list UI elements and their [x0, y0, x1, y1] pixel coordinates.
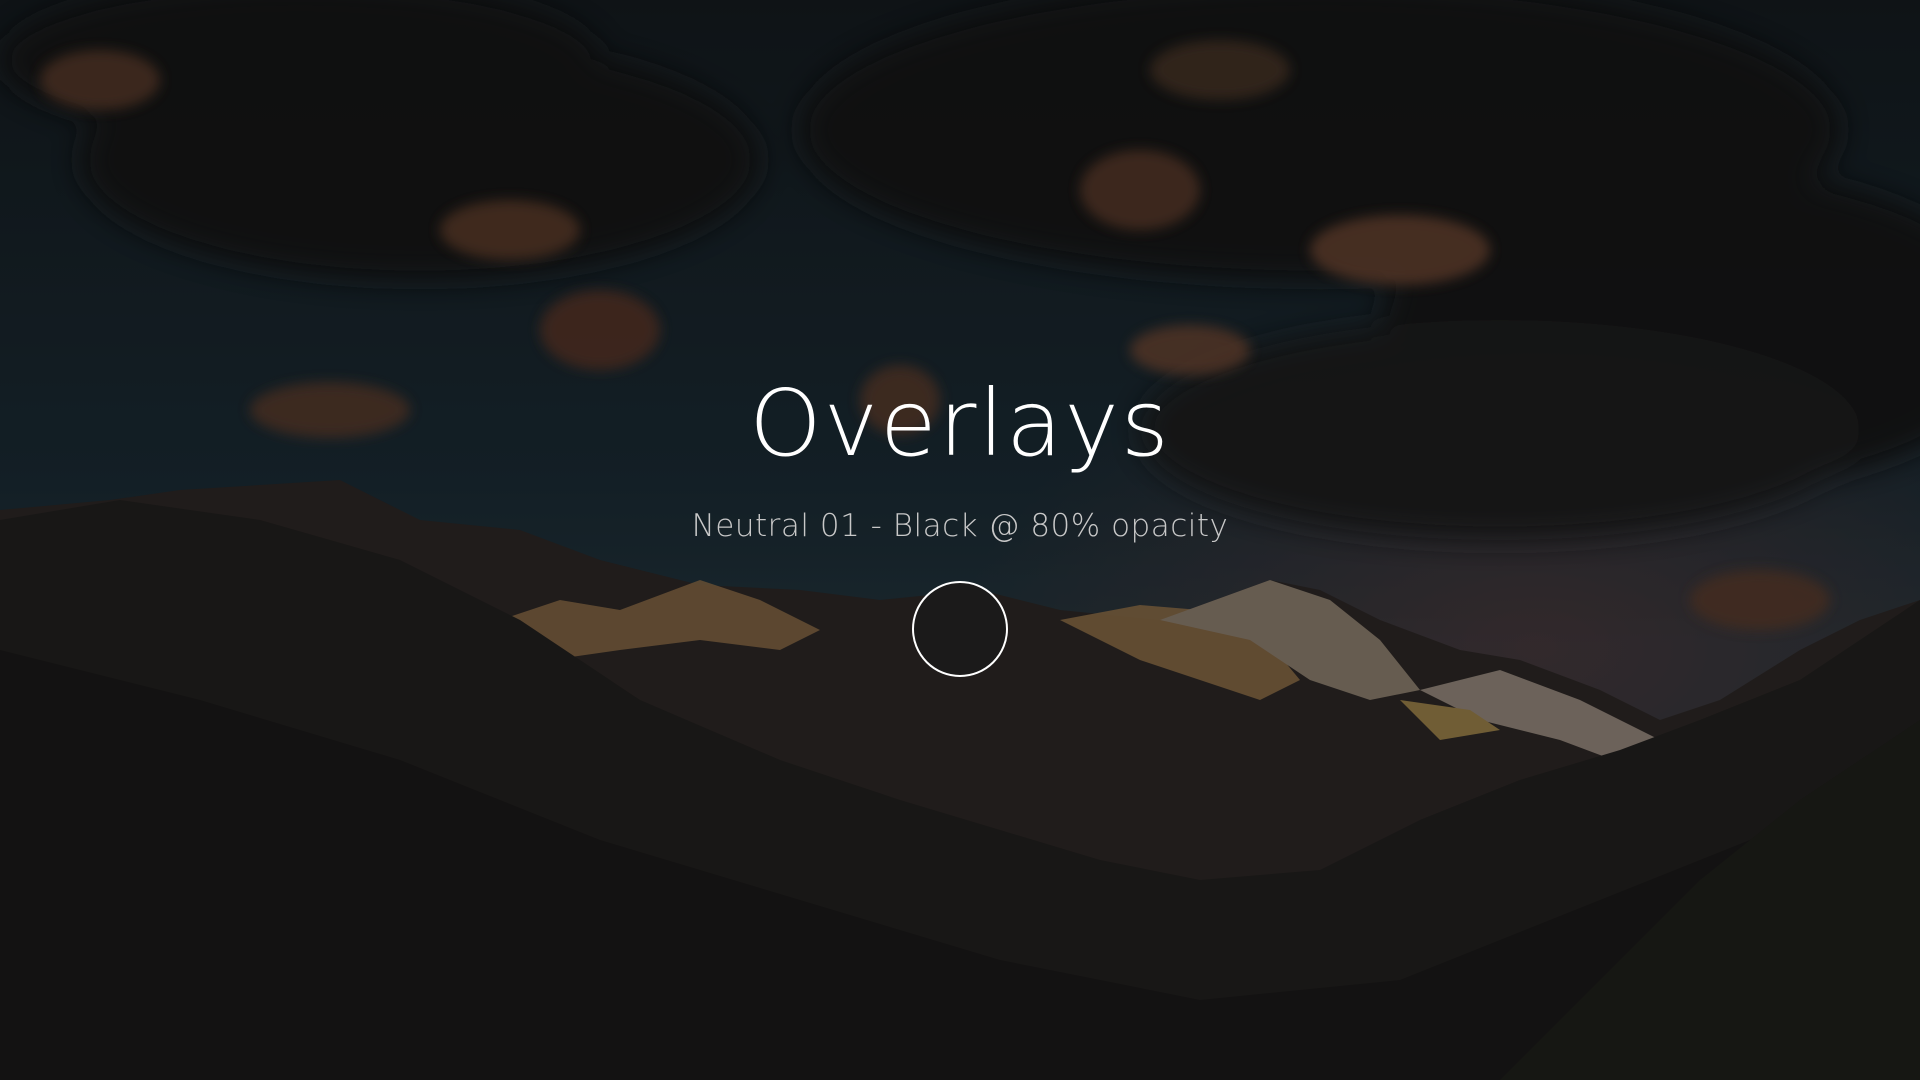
- slide-title: Overlays: [749, 370, 1171, 477]
- slide: Overlays Neutral 01 - Black @ 80% opacit…: [0, 0, 1920, 1080]
- color-swatch-circle: [912, 581, 1008, 677]
- slide-subtitle: Neutral 01 - Black @ 80% opacity: [691, 508, 1229, 544]
- overlay-content: Overlays Neutral 01 - Black @ 80% opacit…: [0, 0, 1920, 1080]
